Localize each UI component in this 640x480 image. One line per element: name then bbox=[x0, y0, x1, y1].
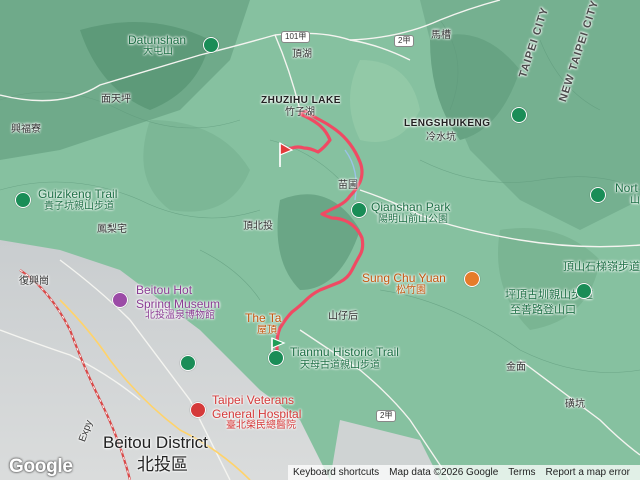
park-icon[interactable] bbox=[203, 37, 219, 53]
report-error-link[interactable]: Report a map error bbox=[546, 467, 630, 478]
map-data-text: Map data ©2026 Google bbox=[389, 467, 499, 478]
restaurant-icon[interactable] bbox=[464, 271, 480, 287]
label-guizikeng[interactable]: Guizikeng Trail bbox=[38, 188, 117, 200]
label-guizikeng-zh: 貴子坑親山步道 bbox=[44, 201, 114, 212]
label-sungchu[interactable]: Sung Chu Yuan bbox=[362, 272, 446, 284]
label-fengliz: 鳳梨宅 bbox=[97, 224, 127, 235]
label-jinmian: 金面 bbox=[506, 362, 526, 373]
map-view[interactable]: 101甲 2甲 2甲 Datunshan 大屯山 頂湖 馬槽 TAIPEI CI… bbox=[0, 0, 640, 480]
label-tianmu-zh: 天母古道親山步道 bbox=[300, 360, 380, 371]
google-logo: Google bbox=[9, 456, 73, 477]
label-qianshan[interactable]: Qianshan Park bbox=[371, 201, 450, 213]
terrain-layer bbox=[0, 0, 640, 480]
label-xingfuliao: 興福寮 bbox=[11, 124, 41, 135]
label-macao: 馬槽 bbox=[431, 30, 451, 41]
label-hospital-zh: 臺北榮民總醫院 bbox=[226, 420, 296, 431]
park-icon[interactable] bbox=[576, 283, 592, 299]
label-beitou-museum-2[interactable]: Spring Museum bbox=[136, 298, 220, 310]
label-hospital-2[interactable]: General Hospital bbox=[212, 408, 301, 420]
label-pichi: 磺坑 bbox=[565, 399, 585, 410]
road-shield-2jia-bottom: 2甲 bbox=[376, 410, 397, 422]
museum-icon[interactable] bbox=[112, 292, 128, 308]
label-datunshan-zh: 大屯山 bbox=[143, 46, 173, 57]
label-zhuzihu-zh: 竹子湖 bbox=[285, 107, 315, 118]
hospital-icon[interactable] bbox=[190, 402, 206, 418]
label-miantianping: 面天坪 bbox=[101, 94, 131, 105]
park-icon[interactable] bbox=[590, 187, 606, 203]
keyboard-shortcuts-link[interactable]: Keyboard shortcuts bbox=[293, 467, 379, 478]
label-fuxingnan: 復興崗 bbox=[19, 276, 49, 287]
label-theta[interactable]: The Ta bbox=[245, 312, 281, 324]
label-beitou-museum-zh: 北投溫泉博物館 bbox=[145, 310, 215, 321]
road-shield-2jia-top: 2甲 bbox=[394, 35, 415, 47]
label-beitou-district[interactable]: Beitou District bbox=[103, 434, 208, 451]
label-miaopu: 苗圃 bbox=[338, 180, 358, 191]
label-lengshuikeng-zh: 冷水坑 bbox=[426, 132, 456, 143]
park-icon[interactable] bbox=[180, 355, 196, 371]
label-sungchu-zh: 松竹園 bbox=[396, 285, 426, 296]
label-pingding-trail-2[interactable]: 至善路登山口 bbox=[510, 305, 576, 316]
park-icon[interactable] bbox=[351, 202, 367, 218]
park-icon[interactable] bbox=[15, 192, 31, 208]
label-dingbeitou: 頂北投 bbox=[243, 221, 273, 232]
label-datunshan[interactable]: Datunshan bbox=[128, 34, 186, 46]
label-qianshan-zh: 陽明山前山公園 bbox=[378, 214, 448, 225]
label-north-partial[interactable]: Nort bbox=[615, 182, 638, 194]
label-theta-zh: 屋頂 bbox=[257, 325, 277, 336]
label-tianmu[interactable]: Tianmu Historic Trail bbox=[290, 346, 399, 358]
label-beitou-district-zh: 北投區 bbox=[137, 455, 188, 474]
label-beitou-museum-1[interactable]: Beitou Hot bbox=[136, 284, 192, 296]
label-shanziho: 山仔后 bbox=[328, 311, 358, 322]
label-zhuzihu[interactable]: ZHUZIHU LAKE bbox=[261, 96, 341, 106]
park-icon[interactable] bbox=[511, 107, 527, 123]
label-dingshan-trail[interactable]: 頂山石梯嶺步道 bbox=[563, 262, 640, 273]
terms-link[interactable]: Terms bbox=[508, 467, 535, 478]
label-hospital-1[interactable]: Taipei Veterans bbox=[212, 394, 294, 406]
park-icon[interactable] bbox=[268, 350, 284, 366]
label-lengshuikeng[interactable]: LENGSHUIKENG bbox=[404, 119, 491, 129]
map-footer: Keyboard shortcuts Map data ©2026 Google… bbox=[288, 465, 640, 480]
label-north-partial-zh: 山 bbox=[630, 195, 640, 206]
road-shield-101: 101甲 bbox=[281, 31, 311, 43]
label-dinghu: 頂湖 bbox=[292, 49, 312, 60]
